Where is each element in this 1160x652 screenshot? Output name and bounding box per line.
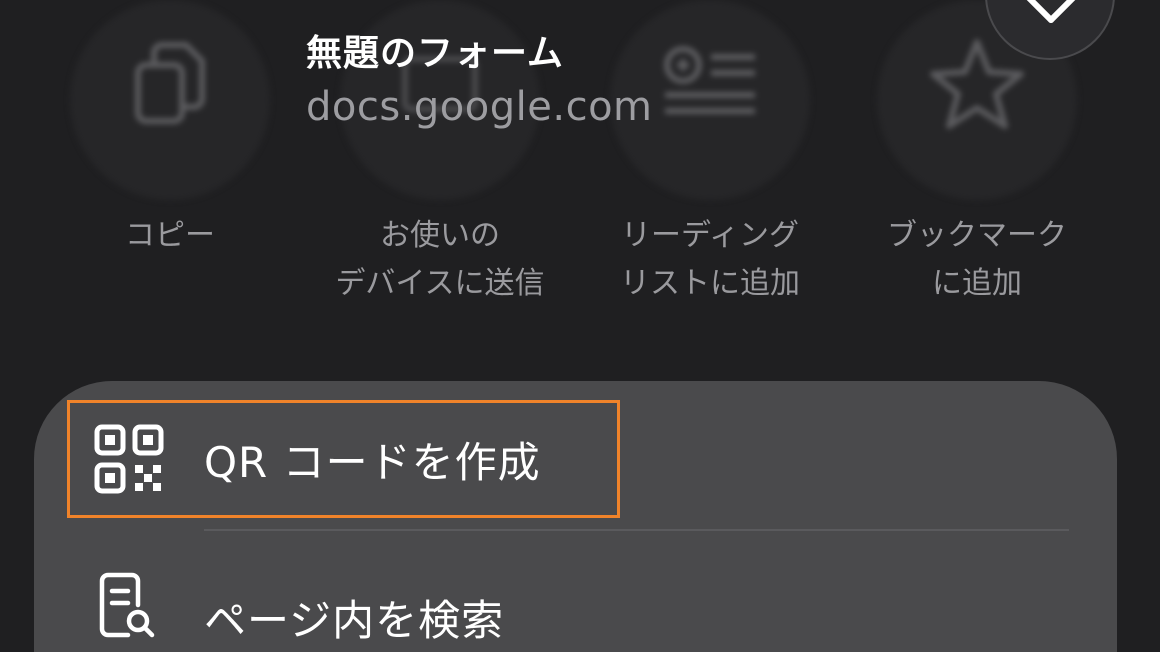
close-icon xyxy=(1026,0,1076,23)
find-in-page-icon xyxy=(99,572,155,638)
copy-icon xyxy=(135,42,205,124)
reading-list-label: リーディング リストに追加 xyxy=(620,218,800,301)
share-sheet-screen: コピー お使いの デバイスに送信 リーディング リストに追加 ブックマーク に追… xyxy=(0,0,1160,652)
star-icon xyxy=(930,39,1024,129)
find-in-page-label: ページ内を検索 xyxy=(204,596,505,645)
page-url: docs.google.com xyxy=(306,84,653,130)
find-in-page-item[interactable]: ページ内を検索 xyxy=(34,549,1117,652)
menu-divider xyxy=(204,529,1069,531)
copy-action-circle xyxy=(70,0,270,200)
page-title: 無題のフォーム xyxy=(306,33,564,74)
send-to-device-label: お使いの デバイスに送信 xyxy=(335,218,545,301)
copy-action-label: コピー xyxy=(125,218,215,253)
bookmark-label: ブックマーク に追加 xyxy=(887,218,1067,301)
highlight-box xyxy=(67,400,620,518)
reading-list-icon xyxy=(664,46,755,114)
